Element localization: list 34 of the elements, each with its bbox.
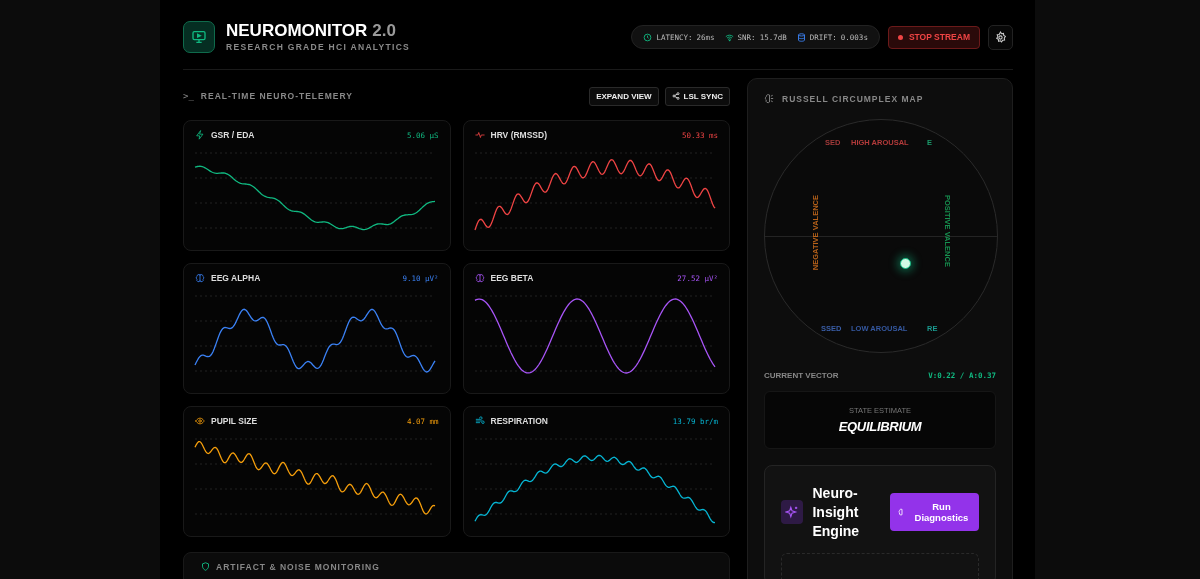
wind-icon	[474, 416, 485, 426]
state-value: EQUILIBRIUM	[838, 419, 922, 434]
signal-label: EEG BETA	[490, 273, 534, 283]
insight-title: Neuro-Insight Engine	[812, 484, 861, 541]
signal-label: PUPIL SIZE	[211, 416, 258, 426]
signal-label: RESPIRATION	[490, 416, 548, 426]
pulse-icon	[474, 130, 485, 140]
lsl-sync-button[interactable]: LSL SYNC	[664, 86, 730, 106]
signal-label: GSR / EDA	[211, 130, 255, 140]
shield-icon	[201, 562, 210, 571]
clock-icon	[643, 32, 653, 42]
section-title: REAL-TIME NEURO-TELEMERY	[200, 91, 353, 101]
vector-marker	[900, 258, 911, 269]
wifi-icon	[724, 32, 734, 42]
expand-view-button[interactable]: EXPAND VIEW	[589, 86, 659, 106]
stop-stream-button[interactable]: STOP STREAM	[887, 25, 980, 49]
database-icon	[796, 32, 806, 42]
sparkles-icon	[781, 500, 804, 525]
version-label: 2.0	[372, 22, 396, 39]
signal-label: HRV (RMSSD)	[490, 130, 547, 140]
panel-title: ARTIFACT & NOISE MONITORING	[216, 562, 380, 572]
vector-label: CURRENT VECTOR	[764, 371, 839, 380]
app-title: NEUROMONITOR	[226, 22, 368, 39]
run-diagnostics-button[interactable]: Run Diagnostics	[889, 493, 979, 532]
app-subtitle: RESEARCH GRADE HCI ANALYTICS	[226, 42, 411, 52]
settings-button[interactable]	[988, 24, 1013, 50]
lightning-icon	[195, 130, 205, 140]
signal-label: EEG ALPHA	[211, 273, 261, 283]
monitor-play-icon	[183, 21, 215, 53]
gear-icon	[994, 30, 1007, 44]
panel-title: RUSSELL CIRCUMPLEX MAP	[782, 93, 924, 104]
terminal-prompt: >_	[183, 91, 194, 101]
share-icon	[671, 92, 680, 100]
eye-icon	[195, 416, 205, 426]
